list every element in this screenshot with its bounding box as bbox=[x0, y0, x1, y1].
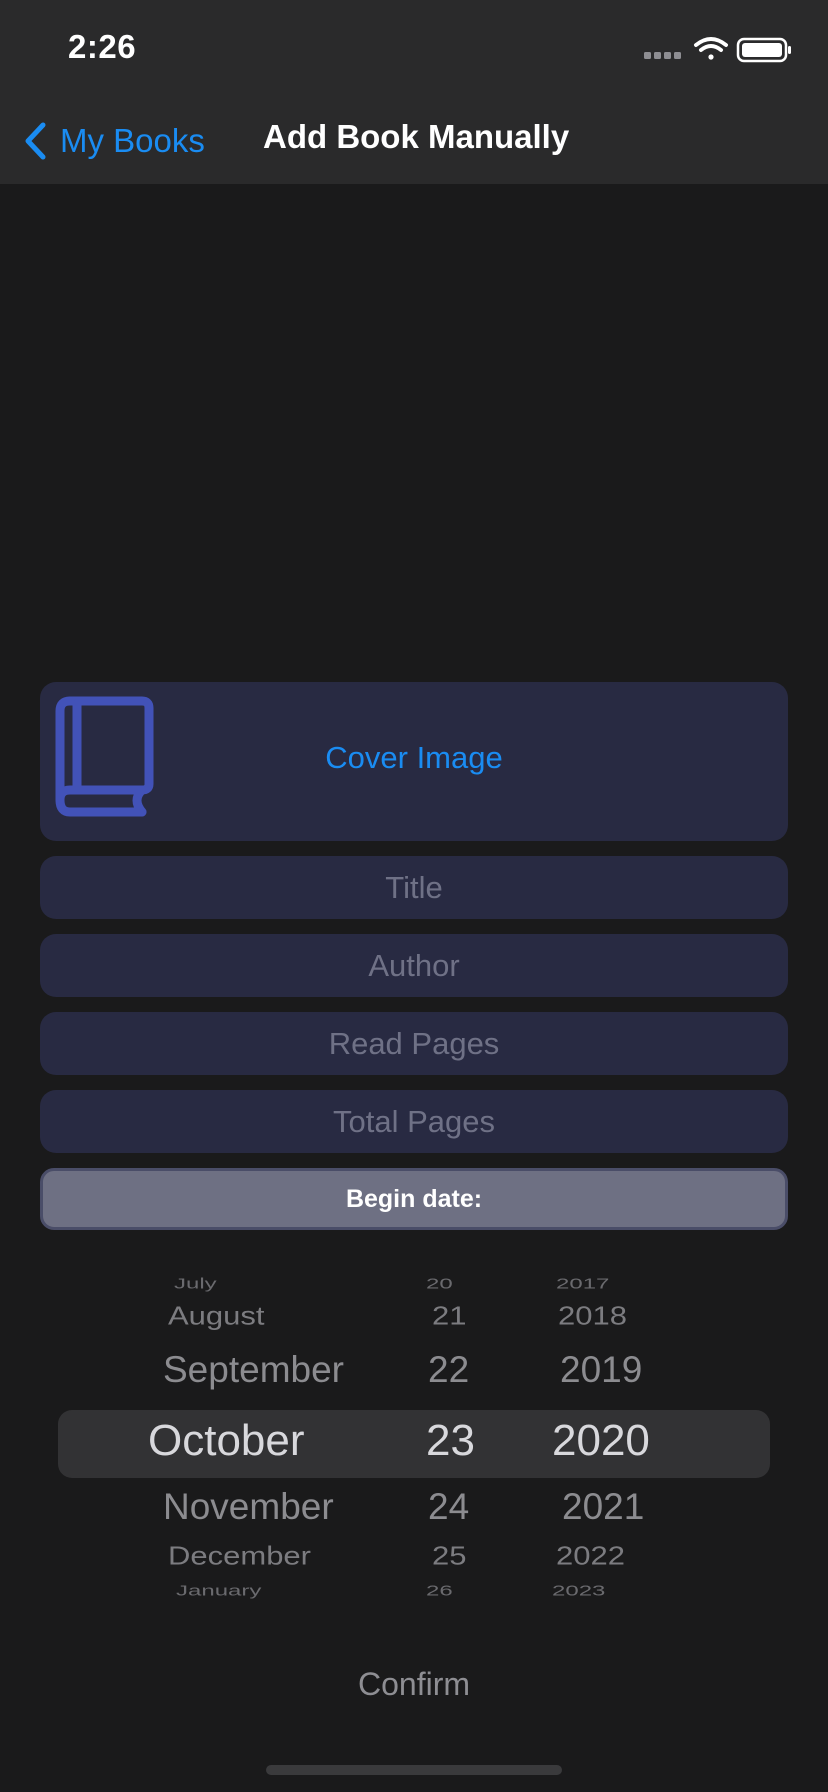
author-field-container bbox=[40, 934, 788, 997]
battery-icon bbox=[736, 37, 791, 63]
cover-image-card[interactable]: Cover Image bbox=[40, 682, 788, 841]
picker-month-item-selected[interactable]: October bbox=[148, 1416, 305, 1466]
status-icons bbox=[644, 37, 791, 63]
title-input[interactable] bbox=[40, 856, 788, 919]
read-pages-field-container bbox=[40, 1012, 788, 1075]
chevron-left-icon bbox=[25, 122, 46, 160]
back-label: My Books bbox=[60, 122, 205, 159]
picker-year-item[interactable]: 2021 bbox=[562, 1486, 644, 1528]
date-picker[interactable]: July August September October November D… bbox=[58, 1268, 770, 1612]
picker-day-item[interactable]: 24 bbox=[428, 1486, 469, 1528]
back-button[interactable]: My Books bbox=[22, 112, 205, 170]
confirm-button[interactable]: Confirm bbox=[0, 1666, 828, 1703]
picker-day-item[interactable]: 25 bbox=[432, 1541, 466, 1572]
picker-day-item[interactable]: 21 bbox=[432, 1301, 466, 1332]
picker-year-item[interactable]: 2018 bbox=[558, 1301, 627, 1332]
picker-month-item[interactable]: August bbox=[168, 1301, 265, 1332]
picker-month-item[interactable]: January bbox=[176, 1582, 261, 1599]
begin-date-label: Begin date: bbox=[40, 1168, 788, 1230]
read-pages-input[interactable] bbox=[40, 1012, 788, 1075]
total-pages-field-container bbox=[40, 1090, 788, 1153]
picker-month-item[interactable]: December bbox=[168, 1541, 311, 1572]
picker-year-item[interactable]: 2019 bbox=[560, 1349, 642, 1391]
home-indicator[interactable] bbox=[266, 1765, 562, 1775]
add-book-screen: 2:26 My Books Add Book Manually Cover Im… bbox=[0, 0, 828, 1792]
cover-image-button[interactable]: Cover Image bbox=[40, 740, 788, 776]
picker-day-item[interactable]: 22 bbox=[428, 1349, 469, 1391]
cellular-signal-icon bbox=[644, 52, 681, 59]
navigation-header: 2:26 My Books Add Book Manually bbox=[0, 0, 828, 184]
picker-month-item[interactable]: July bbox=[174, 1275, 217, 1292]
title-field-container bbox=[40, 856, 788, 919]
picker-year-item[interactable]: 2023 bbox=[552, 1582, 605, 1599]
picker-year-item[interactable]: 2022 bbox=[556, 1541, 625, 1572]
total-pages-input[interactable] bbox=[40, 1090, 788, 1153]
picker-day-item[interactable]: 26 bbox=[426, 1582, 453, 1599]
picker-day-item[interactable]: 20 bbox=[426, 1275, 453, 1292]
picker-month-item[interactable]: September bbox=[163, 1349, 344, 1391]
picker-year-item[interactable]: 2017 bbox=[556, 1275, 609, 1292]
page-title: Add Book Manually bbox=[263, 118, 570, 155]
picker-day-item-selected[interactable]: 23 bbox=[426, 1416, 475, 1466]
author-input[interactable] bbox=[40, 934, 788, 997]
picker-month-item[interactable]: November bbox=[163, 1486, 334, 1528]
status-time: 2:26 bbox=[68, 28, 137, 65]
picker-year-item-selected[interactable]: 2020 bbox=[552, 1416, 650, 1466]
wifi-icon bbox=[694, 37, 728, 60]
